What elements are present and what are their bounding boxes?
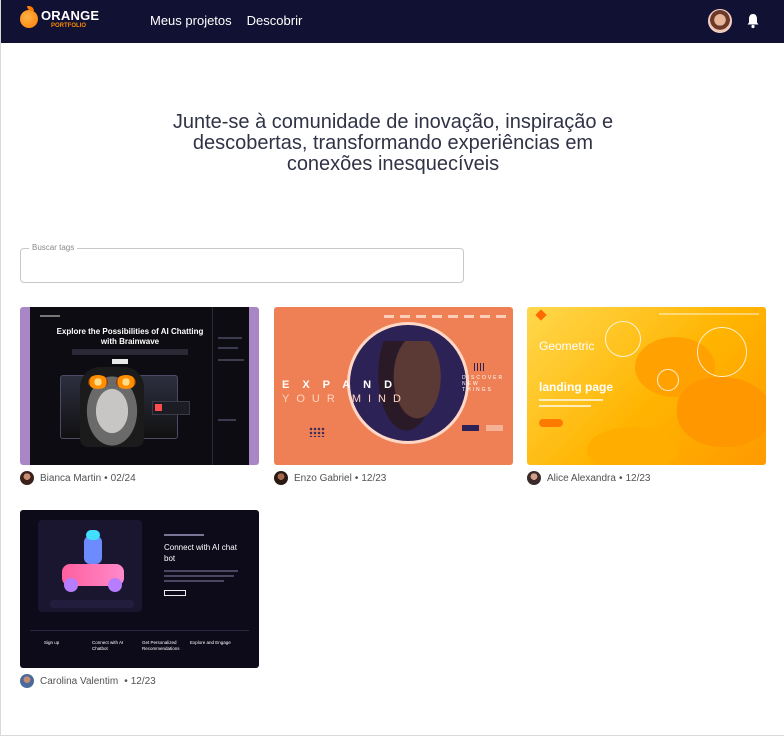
thumbnail-screen: Explore the Possibilities of AI Chatting…	[30, 307, 249, 465]
bell-icon[interactable]	[746, 13, 760, 29]
page: ORANGE PORTFOLIO Meus projetos Descobrir…	[0, 0, 784, 736]
meta-separator: •	[124, 675, 128, 687]
thumbnail-text-line	[218, 359, 244, 361]
project-card[interactable]: EXPAND YOUR MIND DISCOVER NEW THINGS Enz…	[274, 307, 513, 485]
project-date: 12/23	[361, 472, 387, 484]
robot-eye-left	[88, 375, 108, 389]
project-date: 12/23	[625, 472, 651, 484]
thumbnail-button	[539, 419, 563, 427]
project-card[interactable]: Connect with AI chat bot Sign up Connect…	[20, 510, 259, 688]
thumbnail-text-line	[164, 575, 234, 577]
user-avatar[interactable]	[708, 9, 732, 33]
thumbnail-nav	[659, 313, 759, 315]
thumbnail-title: EXPAND	[282, 379, 406, 391]
thumbnail-text-line	[218, 419, 236, 421]
project-thumbnail[interactable]: EXPAND YOUR MIND DISCOVER NEW THINGS	[274, 307, 513, 465]
project-meta: Enzo Gabriel • 12/23	[274, 471, 513, 485]
meta-separator: •	[618, 472, 623, 484]
thumbnail-footer-item: Get Personalized Recommendations	[142, 640, 180, 651]
thumbnail-text-line	[539, 399, 603, 401]
thumbnail-button-primary	[462, 425, 479, 431]
thumbnail-footer-item: Explore and Engage	[190, 640, 231, 645]
author-avatar	[20, 471, 34, 485]
thumbnail-title: Geometric	[539, 339, 595, 353]
thumbnail-divider	[212, 307, 213, 465]
thumbnail-button	[112, 359, 128, 364]
search-label: Buscar tags	[29, 243, 78, 252]
thumbnail-ring	[657, 369, 679, 391]
thumbnail-character-headset	[86, 530, 100, 540]
hero-heading: Junte-se à comunidade de inovação, inspi…	[172, 111, 614, 175]
project-thumbnail[interactable]: Explore the Possibilities of AI Chatting…	[20, 307, 259, 465]
author-name: Bianca Martin	[40, 472, 102, 484]
nav-link-descobrir[interactable]: Descobrir	[247, 13, 303, 28]
thumbnail-chip-dot	[155, 404, 162, 411]
thumbnail-text-line	[164, 580, 224, 582]
logo-text: ORANGE PORTFOLIO	[41, 9, 99, 29]
thumbnail-logo-line	[40, 315, 60, 317]
thumbnail-footer-item: Sign up	[44, 640, 60, 645]
thumbnail-dots	[309, 427, 325, 437]
thumbnail-title: Explore the Possibilities of AI Chatting…	[56, 327, 204, 346]
author-avatar	[274, 471, 288, 485]
author-avatar	[527, 471, 541, 485]
thumbnail-text-line	[218, 347, 238, 349]
thumbnail-subtitle-bar	[72, 349, 188, 355]
project-card[interactable]: Geometric landing page Alice Alexandra •…	[527, 307, 766, 485]
thumbnail-blob	[587, 427, 677, 465]
thumbnail-footer-item: Connect with AI Chatbot	[92, 640, 124, 651]
thumbnail-subtitle: landing page	[539, 380, 614, 394]
thumbnail-button-secondary	[486, 425, 503, 431]
thumbnail-text-line	[539, 405, 591, 407]
project-meta: Bianca Martin • 02/24	[20, 471, 259, 485]
thumbnail-kicker: DISCOVER NEW THINGS	[462, 375, 505, 393]
project-date: 02/24	[110, 472, 136, 484]
author-name: Carolina Valentim	[40, 675, 119, 687]
thumbnail-logo	[535, 309, 547, 321]
author-name: Alice Alexandra	[547, 472, 616, 484]
meta-separator: •	[104, 472, 108, 484]
meta-separator: •	[354, 472, 359, 484]
robot-eye-right	[116, 375, 136, 389]
main-nav: Meus projetos Descobrir	[150, 13, 302, 28]
thumbnail-ring	[605, 321, 641, 357]
thumbnail-blob	[677, 377, 766, 447]
thumbnail-wheel	[64, 578, 78, 592]
thumbnail-title: Connect with AI chat bot	[164, 543, 237, 563]
project-card[interactable]: Explore the Possibilities of AI Chatting…	[20, 307, 259, 485]
project-thumbnail[interactable]: Connect with AI chat bot Sign up Connect…	[20, 510, 259, 668]
tag-search-field[interactable]: Buscar tags	[20, 243, 464, 283]
author-name: Enzo Gabriel	[294, 472, 352, 484]
orange-portfolio-logo[interactable]: ORANGE PORTFOLIO	[20, 6, 99, 29]
top-navigation-bar: ORANGE PORTFOLIO Meus projetos Descobrir	[1, 0, 784, 43]
project-date: 12/23	[130, 675, 156, 687]
project-thumbnail[interactable]: Geometric landing page	[527, 307, 766, 465]
thumbnail-subtitle: YOUR MIND	[282, 393, 408, 405]
thumbnail-wheel	[108, 578, 122, 592]
logo-subtitle: PORTFOLIO	[51, 23, 86, 29]
thumbnail-nav	[384, 315, 506, 318]
project-meta: Alice Alexandra • 12/23	[527, 471, 766, 485]
project-meta: Carolina Valentim • 12/23	[20, 674, 259, 688]
thumbnail-button	[164, 590, 186, 596]
nav-link-meus-projetos[interactable]: Meus projetos	[150, 13, 232, 28]
author-avatar	[20, 674, 34, 688]
thumbnail-text-line	[218, 337, 242, 339]
thumbnail-separator	[30, 630, 249, 631]
search-input[interactable]	[31, 257, 451, 275]
thumbnail-pattern	[474, 363, 486, 371]
thumbnail-ring	[697, 327, 747, 377]
logo-name: ORANGE	[41, 8, 100, 23]
thumbnail-text-line	[164, 570, 238, 572]
thumbnail-character-body	[84, 536, 102, 564]
thumbnail-tag	[164, 534, 204, 536]
thumbnail-input	[50, 600, 134, 608]
orange-logo-icon	[20, 6, 38, 28]
